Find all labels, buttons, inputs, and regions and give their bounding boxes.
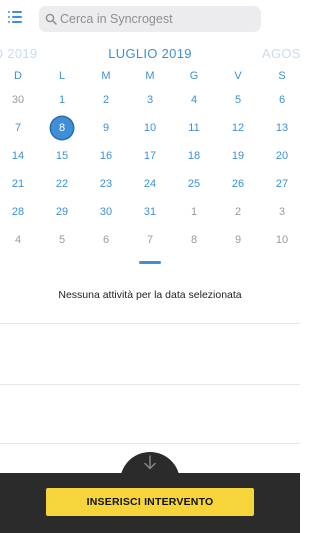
calendar-collapse-handle[interactable] [139,261,161,264]
calendar-day[interactable]: 15 [47,150,77,162]
calendar-day[interactable]: 20 [267,150,297,162]
next-month-label[interactable]: AGOS [262,46,301,61]
weekday-header: M [101,70,111,82]
empty-state-message: Nessuna attività per la data selezionata [58,289,242,301]
calendar-day[interactable]: 17 [135,150,165,162]
calendar-day[interactable]: 13 [267,122,297,134]
weekday-header: M [145,70,155,82]
list-divider [0,384,300,385]
calendar-day[interactable]: 6 [91,234,121,246]
calendar-day[interactable]: 7 [135,234,165,246]
calendar-day[interactable]: 4 [3,234,33,246]
calendar-day[interactable]: 3 [267,206,297,218]
weekday-header: V [234,70,242,82]
calendar-day[interactable]: 29 [47,206,77,218]
weekday-header: S [278,70,286,82]
calendar-day[interactable]: 9 [91,122,121,134]
search-icon [45,13,57,25]
list-divider [0,443,300,444]
calendar-day[interactable]: 5 [47,234,77,246]
menu-list-icon[interactable] [8,11,22,23]
search-input[interactable] [60,9,256,29]
calendar-day[interactable]: 30 [91,206,121,218]
calendar-day[interactable]: 21 [3,178,33,190]
top-bar [0,0,300,38]
calendar-day[interactable]: 28 [3,206,33,218]
calendar-day[interactable]: 10 [267,234,297,246]
month-switcher: O 2019 LUGLIO 2019 AGOS [0,44,300,64]
calendar-day[interactable]: 27 [267,178,297,190]
calendar-day[interactable]: 16 [91,150,121,162]
weekday-header: L [58,70,66,82]
calendar-day[interactable]: 25 [179,178,209,190]
calendar-day[interactable]: 2 [223,206,253,218]
calendar-day[interactable]: 19 [223,150,253,162]
calendar-day[interactable]: 22 [47,178,77,190]
calendar-day[interactable]: 4 [179,94,209,106]
calendar-day[interactable]: 24 [135,178,165,190]
calendar-day[interactable]: 2 [91,94,121,106]
calendar-day[interactable]: 6 [267,94,297,106]
calendar-day[interactable]: 23 [91,178,121,190]
calendar-day-selected[interactable]: 8 [51,117,73,139]
calendar-day[interactable]: 12 [223,122,253,134]
calendar-day[interactable]: 3 [135,94,165,106]
list-divider [0,323,300,324]
arrow-down-icon [144,455,156,470]
calendar-day[interactable]: 1 [179,206,209,218]
calendar-day[interactable]: 7 [3,122,33,134]
calendar-day[interactable]: 9 [223,234,253,246]
calendar-day[interactable]: 31 [135,206,165,218]
calendar-day[interactable]: 14 [3,150,33,162]
calendar-day[interactable]: 5 [223,94,253,106]
calendar-day[interactable]: 1 [47,94,77,106]
calendar-day[interactable]: 8 [179,234,209,246]
search-bar[interactable] [39,6,261,32]
weekday-header: D [14,70,22,82]
calendar-day[interactable]: 30 [3,94,33,106]
calendar-day[interactable]: 11 [179,122,209,134]
insert-intervention-button[interactable]: INSERISCI INTERVENTO [46,488,254,516]
calendar-day[interactable]: 26 [223,178,253,190]
weekday-header: G [189,70,199,82]
current-month-label: LUGLIO 2019 [108,46,192,61]
calendar-day[interactable]: 18 [179,150,209,162]
calendar-day[interactable]: 10 [135,122,165,134]
